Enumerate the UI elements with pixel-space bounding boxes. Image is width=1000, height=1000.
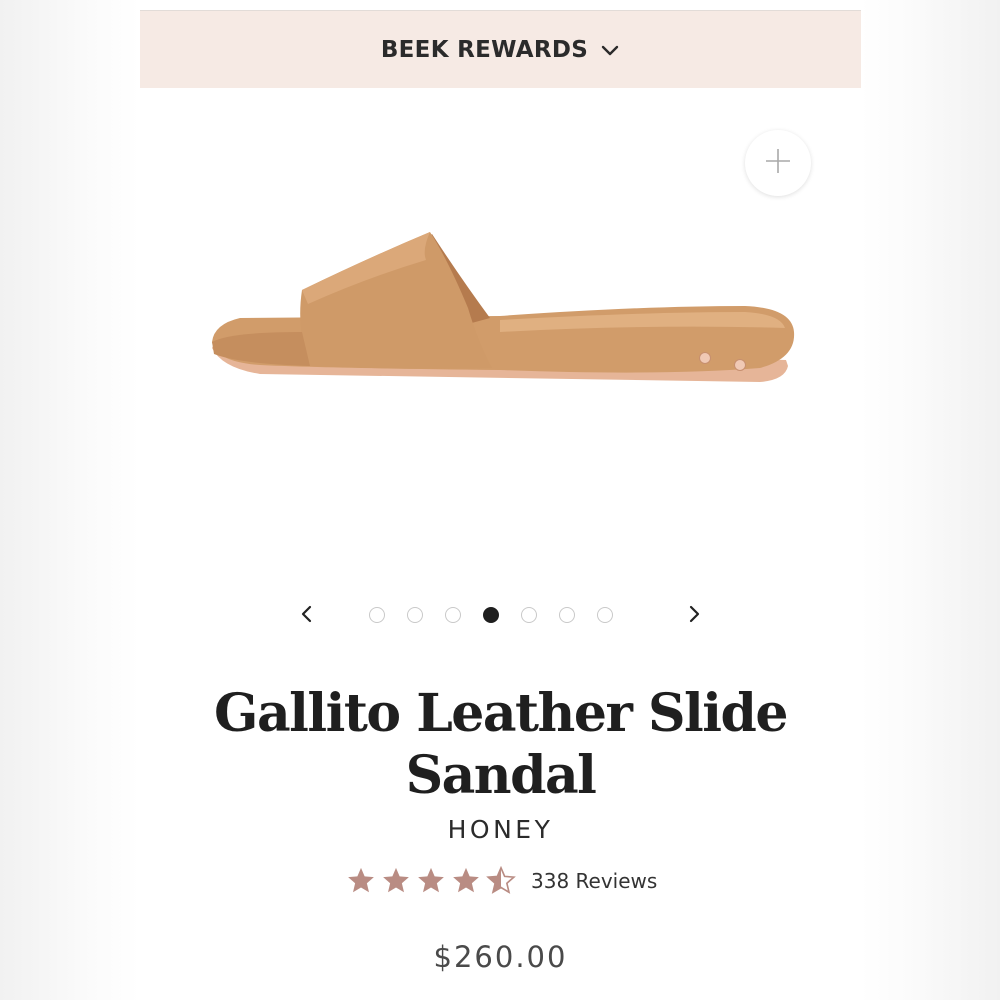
product-title: Gallito Leather Slide Sandal	[214, 683, 788, 806]
chevron-left-icon	[299, 604, 315, 629]
carousel-dot[interactable]	[407, 607, 423, 623]
carousel-dot[interactable]	[597, 607, 613, 623]
rewards-banner[interactable]: BEEK REWARDS	[140, 11, 861, 88]
chevron-right-icon	[686, 604, 702, 629]
product-page: BEEK REWARDS Gallito Leather Slide Sanda…	[140, 0, 861, 1000]
header-divider	[140, 0, 861, 11]
plus-icon	[763, 146, 793, 181]
carousel-dot[interactable]	[521, 607, 537, 623]
chevron-down-icon	[600, 40, 620, 60]
half-star-icon	[486, 866, 516, 894]
next-image-button[interactable]	[680, 602, 708, 630]
carousel-dot-active[interactable]	[483, 607, 499, 623]
star-icon	[348, 867, 374, 893]
star-rating	[345, 866, 517, 896]
zoom-button[interactable]	[745, 130, 811, 196]
product-image	[200, 220, 800, 400]
carousel-dot[interactable]	[445, 607, 461, 623]
rewards-label: BEEK REWARDS	[380, 36, 589, 63]
product-price: $260.00	[433, 940, 568, 974]
previous-image-button[interactable]	[293, 602, 321, 630]
carousel-dot[interactable]	[559, 607, 575, 623]
star-icon	[383, 867, 409, 893]
rating-summary[interactable]: 338 Reviews	[345, 864, 657, 898]
star-icon	[453, 867, 479, 893]
image-carousel-controls	[140, 598, 861, 634]
carousel-dots	[369, 607, 613, 623]
reviews-link[interactable]: 338 Reviews	[531, 869, 657, 893]
carousel-dot[interactable]	[369, 607, 385, 623]
star-icon	[418, 867, 444, 893]
product-color: HONEY	[447, 815, 554, 844]
